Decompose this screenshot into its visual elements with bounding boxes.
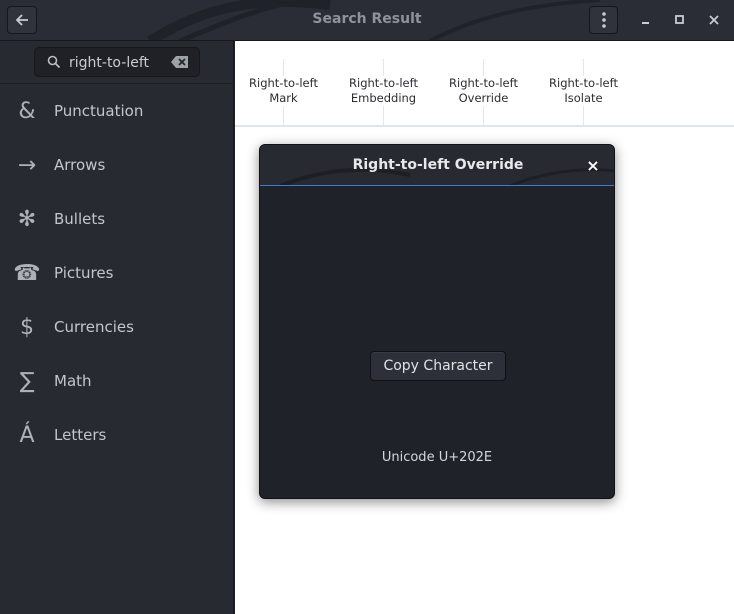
sidebar-item-math[interactable]: ∑ Math (0, 354, 233, 408)
sidebar-item-letters[interactable]: Á Letters (0, 408, 233, 462)
sidebar-item-label: Pictures (54, 264, 114, 282)
minimize-button[interactable] (636, 10, 656, 30)
character-name: Right-to-left Mark (235, 76, 332, 106)
dialog-close-icon[interactable]: × (584, 157, 602, 175)
dollar-icon: $ (20, 314, 34, 340)
sidebar-item-label: Math (54, 372, 92, 390)
sidebar-item-pictures[interactable]: ☎ Pictures (0, 246, 233, 300)
telephone-icon: ☎ (13, 260, 41, 286)
sidebar-item-label: Bullets (54, 210, 106, 228)
maximize-icon (675, 15, 684, 24)
search-input[interactable] (69, 53, 169, 73)
sidebar-item-label: Letters (54, 426, 107, 444)
sidebar-item-punctuation[interactable]: & Punctuation (0, 84, 233, 138)
character-cell-rtl-embedding[interactable]: Right-to-left Embedding (335, 41, 435, 127)
close-icon (709, 15, 719, 25)
search-box[interactable] (34, 47, 200, 77)
character-name: Right-to-left Isolate (535, 76, 632, 106)
minimize-icon (642, 22, 649, 24)
character-cell-rtl-mark[interactable]: Right-to-left Mark (235, 41, 335, 127)
vertical-dots-icon (601, 12, 606, 28)
window-title: Search Result (312, 11, 422, 27)
sidebar-item-label: Arrows (54, 156, 106, 174)
result-row: Right-to-left Mark Right-to-left Embeddi… (235, 41, 734, 127)
letter-a-acute-icon: Á (19, 422, 35, 448)
character-dialog: Right-to-left Override × Copy Character … (259, 144, 615, 499)
ampersand-icon: & (18, 98, 36, 124)
close-button[interactable] (704, 10, 724, 30)
dialog-title: Right-to-left Override (352, 157, 524, 173)
bullet-asterisk-icon: ✻ (17, 206, 37, 232)
sidebar-item-bullets[interactable]: ✻ Bullets (0, 192, 233, 246)
category-sidebar: & Punctuation → Arrows ✻ Bullets ☎ Pictu… (0, 41, 234, 614)
character-name: Right-to-left Embedding (335, 76, 432, 106)
maximize-button[interactable] (670, 10, 690, 30)
unicode-codepoint: Unicode U+202E (381, 450, 493, 465)
character-cell-rtl-override[interactable]: Right-to-left Override (435, 41, 535, 127)
sidebar-item-arrows[interactable]: → Arrows (0, 138, 233, 192)
header-bar: Search Result (0, 0, 734, 41)
sidebar-item-currencies[interactable]: $ Currencies (0, 300, 233, 354)
character-name: Right-to-left Override (435, 76, 532, 106)
sigma-icon: ∑ (19, 368, 35, 394)
search-icon (47, 55, 61, 69)
clear-search-icon[interactable] (171, 56, 189, 68)
dialog-header: Right-to-left Override × (260, 145, 614, 186)
character-cell-rtl-isolate[interactable]: Right-to-left Isolate (535, 41, 635, 127)
arrow-right-icon: → (17, 152, 37, 178)
menu-button[interactable] (589, 6, 618, 34)
sidebar-item-label: Currencies (54, 318, 134, 336)
copy-character-button[interactable]: Copy Character (370, 351, 506, 381)
sidebar-item-label: Punctuation (54, 102, 144, 120)
